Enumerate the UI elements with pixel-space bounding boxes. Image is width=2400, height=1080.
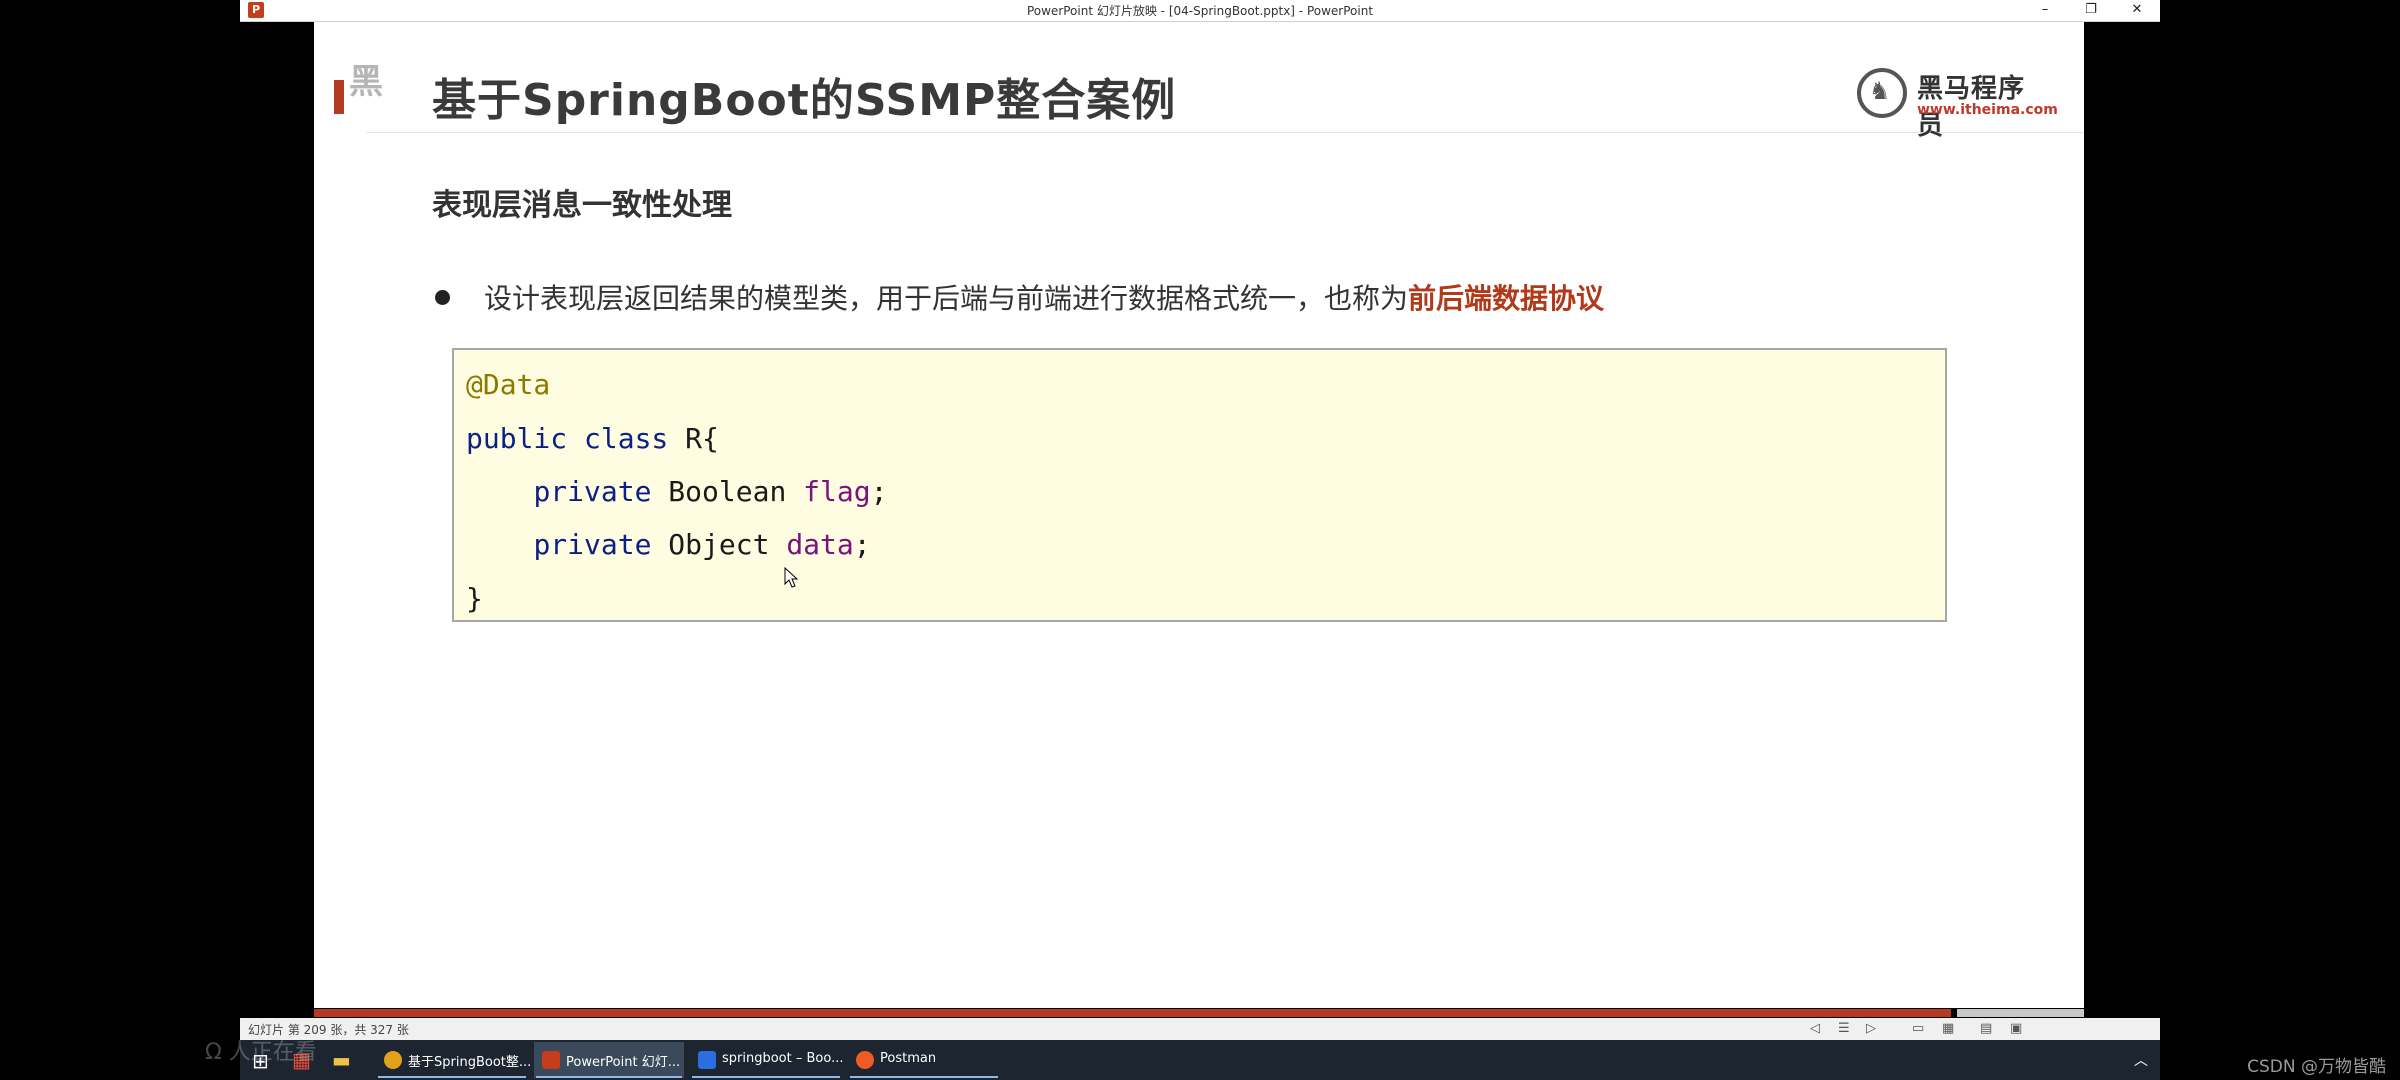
previous-icon[interactable]: ◁ (1810, 1021, 1820, 1036)
code-semicolon: ; (853, 528, 871, 561)
csdn-watermark: CSDN @万物皆酷 (2247, 1057, 2386, 1077)
restore-button[interactable]: ❐ (2068, 0, 2114, 21)
task-underline (378, 1076, 526, 1078)
code-class-name: R{ (668, 422, 719, 455)
code-line-close: } (466, 582, 483, 615)
task-underline (850, 1076, 998, 1078)
section-heading: 表现层消息一致性处理 (432, 188, 732, 223)
taskbar-item-chrome[interactable]: 基于SpringBoot整... (376, 1042, 532, 1078)
powerpoint-window: P PowerPoint 幻灯片放映 - [04-SpringBoot.pptx… (240, 0, 2160, 1080)
reading-view-icon[interactable]: ▤ (1980, 1021, 1992, 1036)
chrome-icon (384, 1051, 402, 1069)
taskbar-item-intellij[interactable]: springboot – Boo... (690, 1042, 844, 1078)
code-field-name: flag (803, 475, 871, 508)
slideshow-icon[interactable]: ▣ (2010, 1021, 2022, 1036)
next-icon[interactable]: ▷ (1866, 1021, 1876, 1036)
itheima-logo: ♞ 黑马程序员 www.itheima.com (1857, 62, 2058, 141)
taskbar: ⊞ ▦ ▬ 基于SpringBoot整... PowerPoint 幻灯... … (240, 1040, 2160, 1080)
postman-icon (856, 1051, 874, 1069)
menu-icon[interactable]: ☰ (1838, 1021, 1850, 1036)
status-bar: 幻灯片 第 209 张，共 327 张 ◁ ☰ ▷ ▭ ▦ ▤ ▣ (240, 1018, 2160, 1040)
task-label: Postman (880, 1051, 937, 1066)
powerpoint-task-icon (542, 1051, 560, 1069)
window-title: PowerPoint 幻灯片放映 - [04-SpringBoot.pptx] … (1026, 4, 1374, 18)
task-label: 基于SpringBoot整... (408, 1055, 532, 1070)
file-explorer-icon[interactable]: ▬ (332, 1048, 351, 1072)
code-keyword: private (533, 528, 652, 561)
title-divider (366, 132, 2084, 133)
tray-chevron-up-icon[interactable]: ︿ (2134, 1050, 2148, 1070)
bullet-highlight: 前后端数据协议 (1408, 282, 1605, 315)
code-annotation: @Data (466, 368, 551, 401)
bullet-icon (435, 290, 450, 305)
task-underline (536, 1076, 682, 1078)
code-line-field-flag: private Boolean flag; (466, 475, 887, 508)
title-accent-bar (334, 80, 344, 114)
viewer-count-overlay: Ω 人正在看 (205, 1040, 317, 1065)
task-underline (692, 1076, 840, 1078)
horse-icon: ♞ (1869, 77, 1891, 105)
code-semicolon: ; (870, 475, 888, 508)
code-close-brace: } (466, 582, 483, 615)
slide-progress-remaining (1957, 1009, 2084, 1017)
code-field-name: data (786, 528, 854, 561)
code-keyword: public class (466, 422, 669, 455)
bullet-body: 设计表现层返回结果的模型类，用于后端与前端进行数据格式统一，也称为 (484, 282, 1409, 315)
slide-canvas[interactable]: 黑 基于SpringBoot的SSMP整合案例 ♞ 黑马程序员 www.ithe… (314, 22, 2084, 1012)
code-line-annotation: @Data (466, 368, 550, 401)
taskbar-item-postman[interactable]: Postman (848, 1042, 1000, 1078)
code-type: Boolean (651, 475, 804, 508)
watermark-text: 黑 (349, 62, 383, 102)
close-button[interactable]: ✕ (2114, 0, 2160, 21)
title-bar: P PowerPoint 幻灯片放映 - [04-SpringBoot.pptx… (240, 0, 2160, 22)
logo-url: www.itheima.com (1917, 102, 2058, 118)
intellij-icon (698, 1051, 716, 1069)
slide-title: 基于SpringBoot的SSMP整合案例 (432, 75, 1177, 126)
slide-sorter-icon[interactable]: ▦ (1942, 1021, 1954, 1036)
task-label: PowerPoint 幻灯... (566, 1055, 681, 1070)
code-type: Object (651, 528, 787, 561)
minimize-button[interactable]: – (2022, 0, 2068, 21)
task-label: springboot – Boo... (722, 1051, 844, 1066)
code-keyword: private (533, 475, 652, 508)
code-block: @Data public class R{ private Boolean fl… (452, 348, 1947, 622)
mouse-cursor-icon (784, 567, 799, 588)
normal-view-icon[interactable]: ▭ (1912, 1021, 1924, 1036)
code-line-field-data: private Object data; (466, 528, 871, 561)
bullet-text: 设计表现层返回结果的模型类，用于后端与前端进行数据格式统一，也称为前后端数据协议 (484, 277, 1604, 317)
slide-progress-fill (314, 1009, 1951, 1017)
code-line-class: public class R{ (466, 422, 719, 455)
taskbar-item-powerpoint[interactable]: PowerPoint 幻灯... (534, 1042, 684, 1078)
